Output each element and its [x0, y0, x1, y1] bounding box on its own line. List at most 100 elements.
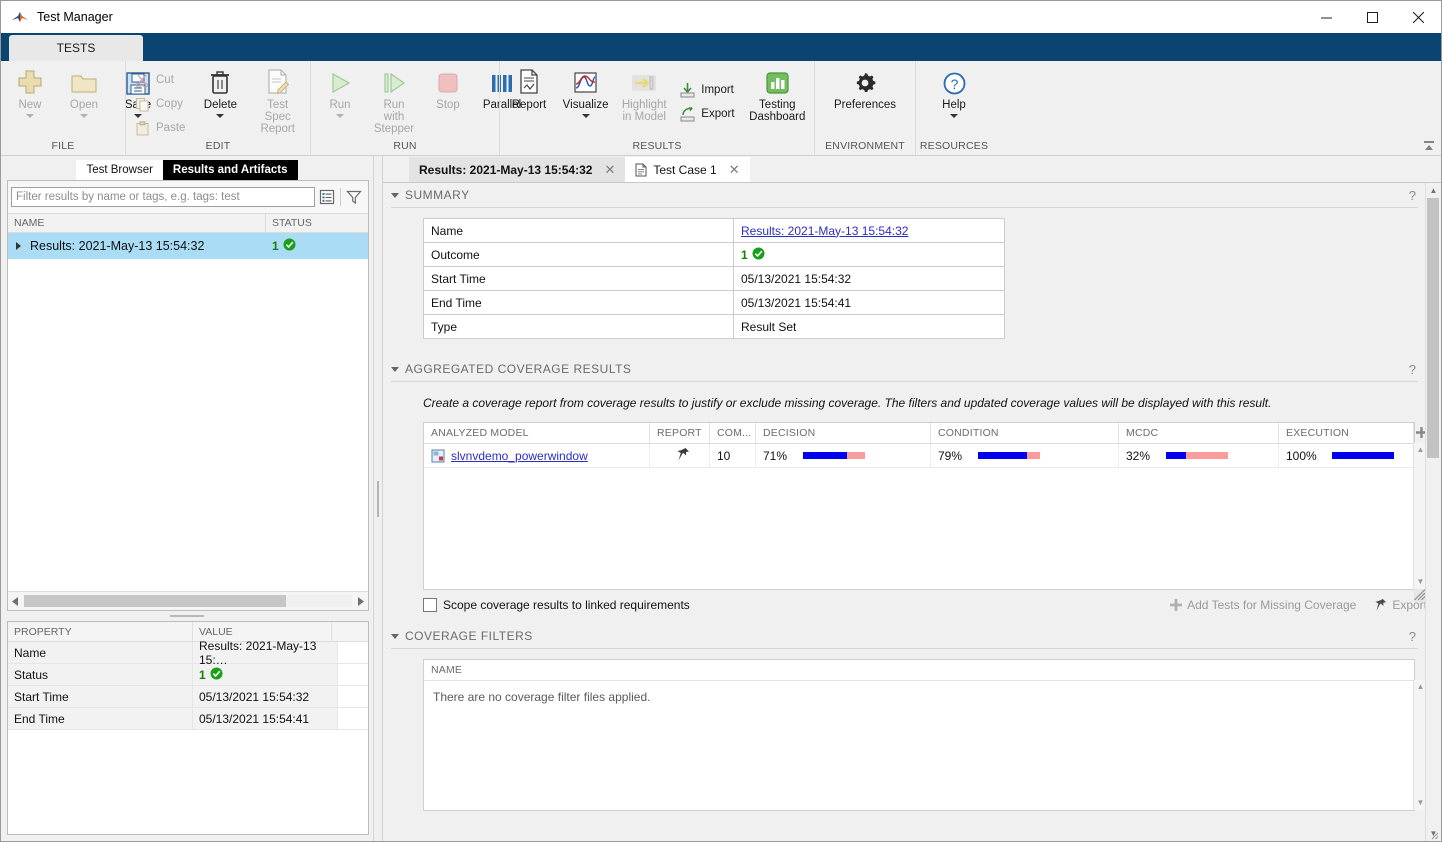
- report-pin-icon[interactable]: [676, 447, 690, 465]
- copy-button[interactable]: Copy: [128, 92, 193, 116]
- decision-bar: [803, 452, 865, 459]
- vertical-splitter[interactable]: [373, 156, 383, 841]
- summary-section-header[interactable]: SUMMARY ?: [383, 183, 1426, 207]
- cut-button[interactable]: Cut: [128, 68, 193, 92]
- help-icon[interactable]: ?: [1409, 188, 1416, 203]
- collapse-ribbon-icon[interactable]: [1421, 139, 1437, 153]
- left-panel-horizontal-splitter[interactable]: [1, 611, 373, 621]
- import-button[interactable]: Import: [673, 78, 742, 102]
- open-label: Open: [69, 99, 99, 111]
- run-with-stepper-button[interactable]: Run with Stepper: [367, 66, 421, 135]
- close-icon[interactable]: ✕: [729, 163, 740, 176]
- mcdc-percent: 32%: [1126, 448, 1151, 463]
- table-row[interactable]: Results: 2021-May-13 15:54:32 1: [8, 233, 368, 259]
- open-caret-icon[interactable]: [80, 114, 88, 118]
- coverage-filters-header: NAME: [424, 660, 1414, 681]
- run-button[interactable]: Run: [313, 66, 367, 118]
- tab-test-case-1[interactable]: Test Case 1 ✕: [625, 157, 750, 182]
- collapse-triangle-icon[interactable]: [391, 633, 399, 639]
- scroll-up-icon[interactable]: ▲: [1426, 183, 1441, 198]
- preferences-button[interactable]: Preferences: [827, 66, 903, 111]
- column-header-condition[interactable]: CONDITION: [931, 423, 1119, 443]
- summary-key: Start Time: [424, 267, 734, 290]
- scroll-thumb[interactable]: [1427, 198, 1439, 458]
- expand-chevron-icon[interactable]: [16, 242, 21, 250]
- scope-coverage-label: Scope coverage results to linked require…: [443, 598, 690, 612]
- delete-caret-icon[interactable]: [216, 114, 225, 118]
- maximize-button[interactable]: [1349, 1, 1395, 33]
- scroll-down-icon[interactable]: ▼: [1417, 575, 1425, 589]
- test-spec-report-button[interactable]: Test Spec Report: [247, 66, 308, 135]
- summary-title: SUMMARY: [405, 188, 470, 202]
- column-header-analyzed-model[interactable]: ANALYZED MODEL: [424, 423, 650, 443]
- help-caret-icon[interactable]: [950, 114, 958, 118]
- summary-key: Outcome: [424, 243, 734, 266]
- column-header-com[interactable]: COM...: [710, 423, 756, 443]
- visualize-caret-icon[interactable]: [581, 114, 590, 118]
- add-tests-for-missing-coverage-button[interactable]: Add Tests for Missing Coverage: [1170, 598, 1356, 612]
- column-header-report[interactable]: REPORT: [650, 423, 710, 443]
- scope-coverage-checkbox[interactable]: [423, 598, 437, 612]
- tab-test-browser[interactable]: Test Browser: [76, 160, 163, 180]
- run-caret-icon[interactable]: [336, 114, 344, 118]
- help-icon[interactable]: ?: [1409, 629, 1416, 644]
- scroll-down-icon[interactable]: ▼: [1417, 796, 1425, 810]
- left-panel: Test Browser Results and Artifacts Filte…: [1, 156, 373, 841]
- tab-results-document[interactable]: Results: 2021-May-13 15:54:32 ✕: [409, 157, 626, 182]
- window-resize-grip[interactable]: [1427, 828, 1439, 840]
- window-title: Test Manager: [37, 10, 113, 24]
- property-header-property: PROPERTY: [8, 622, 193, 641]
- filter-input[interactable]: [11, 187, 315, 207]
- coverage-model-link[interactable]: slvnvdemo_powerwindow: [451, 449, 588, 463]
- collapse-triangle-icon[interactable]: [391, 366, 399, 372]
- column-header-mcdc[interactable]: MCDC: [1119, 423, 1279, 443]
- testing-dashboard-button[interactable]: Testing Dashboard: [743, 66, 812, 123]
- scroll-track[interactable]: [24, 595, 352, 607]
- coverage-report-cell[interactable]: [650, 444, 710, 467]
- scroll-thumb[interactable]: [24, 595, 287, 607]
- column-header-decision[interactable]: DECISION: [756, 423, 931, 443]
- tree-horizontal-scrollbar[interactable]: [8, 591, 368, 610]
- export-button[interactable]: Export: [673, 102, 742, 126]
- report-button[interactable]: Report: [502, 66, 556, 111]
- coverage-mcdc-cell: 32%: [1119, 444, 1279, 467]
- new-button[interactable]: New: [3, 66, 57, 118]
- column-header-execution[interactable]: EXECUTION: [1279, 423, 1414, 443]
- right-panel: Results: 2021-May-13 15:54:32 ✕ Test Cas…: [383, 156, 1441, 841]
- help-label: Help: [942, 99, 966, 111]
- stop-button[interactable]: Stop: [421, 66, 475, 111]
- tab-tests[interactable]: TESTS: [9, 35, 143, 61]
- status-count: 1: [199, 667, 206, 682]
- open-button[interactable]: Open: [57, 66, 111, 118]
- delete-button[interactable]: Delete: [193, 66, 247, 118]
- scroll-left-icon[interactable]: [8, 593, 24, 609]
- table-row[interactable]: slvnvdemo_powerwindow 10 71% 79% 32% 100…: [424, 444, 1414, 468]
- visualize-button[interactable]: Visualize: [556, 66, 615, 118]
- coverage-filters-section-header[interactable]: COVERAGE FILTERS ?: [383, 624, 1426, 648]
- highlight-in-model-button[interactable]: Highlight in Model: [615, 66, 673, 123]
- tree-body: Results: 2021-May-13 15:54:32 1: [8, 233, 368, 591]
- collapse-triangle-icon[interactable]: [391, 192, 399, 198]
- scroll-track[interactable]: [1426, 198, 1441, 826]
- document-vertical-scrollbar[interactable]: ▲ ▼: [1425, 183, 1441, 841]
- help-button[interactable]: ? Help: [927, 66, 981, 118]
- new-caret-icon[interactable]: [26, 114, 34, 118]
- coverage-model-cell: slvnvdemo_powerwindow: [424, 444, 650, 467]
- tab-results-and-artifacts[interactable]: Results and Artifacts: [162, 160, 298, 180]
- summary-key: Type: [424, 315, 734, 338]
- paste-button[interactable]: Paste: [128, 116, 193, 140]
- help-icon[interactable]: ?: [1409, 362, 1416, 377]
- minimize-button[interactable]: [1303, 1, 1349, 33]
- pass-check-icon: [752, 247, 765, 263]
- coverage-section-header[interactable]: AGGREGATED COVERAGE RESULTS ?: [383, 357, 1426, 381]
- scroll-right-icon[interactable]: [352, 593, 368, 609]
- close-button[interactable]: [1395, 1, 1441, 33]
- filter-funnel-icon[interactable]: [342, 186, 366, 208]
- scroll-up-icon[interactable]: ▲: [1417, 443, 1425, 457]
- summary-key: Name: [424, 219, 734, 242]
- scroll-up-icon[interactable]: ▲: [1417, 680, 1425, 694]
- list-view-icon[interactable]: [315, 186, 339, 208]
- ribbon-group-file: New Open FILE: [1, 61, 151, 155]
- result-set-link[interactable]: Results: 2021-May-13 15:54:32: [741, 224, 908, 238]
- close-icon[interactable]: ✕: [604, 163, 615, 176]
